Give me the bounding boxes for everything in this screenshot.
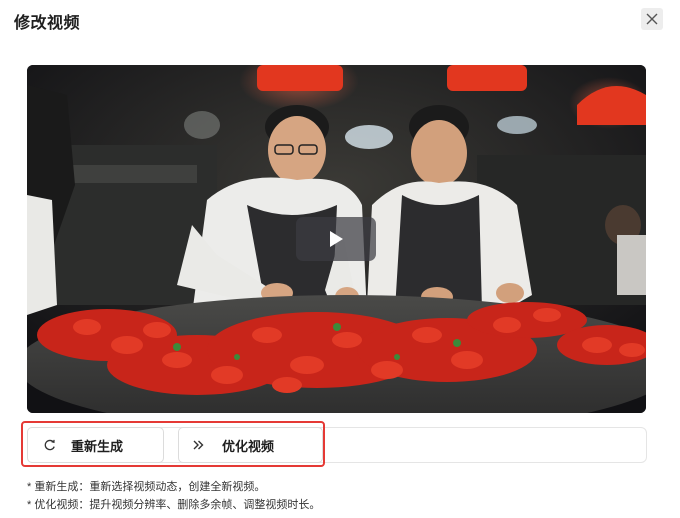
- optimize-label: 优化视频: [222, 438, 275, 454]
- optimize-video-button[interactable]: 优化视频: [178, 427, 323, 463]
- regenerate-label: 重新生成: [71, 438, 124, 454]
- play-button[interactable]: [296, 217, 376, 261]
- video-preview[interactable]: [27, 65, 646, 413]
- note-optimize: * 优化视频：提升视频分辨率、删除多余帧、调整视频时长。: [27, 499, 321, 511]
- dialog-title: 修改视频: [14, 15, 81, 32]
- note-regenerate: * 重新生成：重新选择视频动态，创建全新视频。: [27, 481, 266, 493]
- close-icon: [646, 13, 658, 25]
- close-button[interactable]: [641, 8, 663, 30]
- play-icon: [330, 231, 343, 247]
- refresh-icon: [42, 437, 58, 453]
- regenerate-button[interactable]: 重新生成: [27, 427, 164, 463]
- notes: * 重新生成：重新选择视频动态，创建全新视频。 * 优化视频：提升视频分辨率、删…: [27, 478, 320, 514]
- double-chevron-icon: [191, 437, 207, 453]
- modify-video-dialog: 修改视频 重新生成 优化视频 * 重新生成：重新选择视频动态，创建全新视频。 *…: [0, 0, 680, 518]
